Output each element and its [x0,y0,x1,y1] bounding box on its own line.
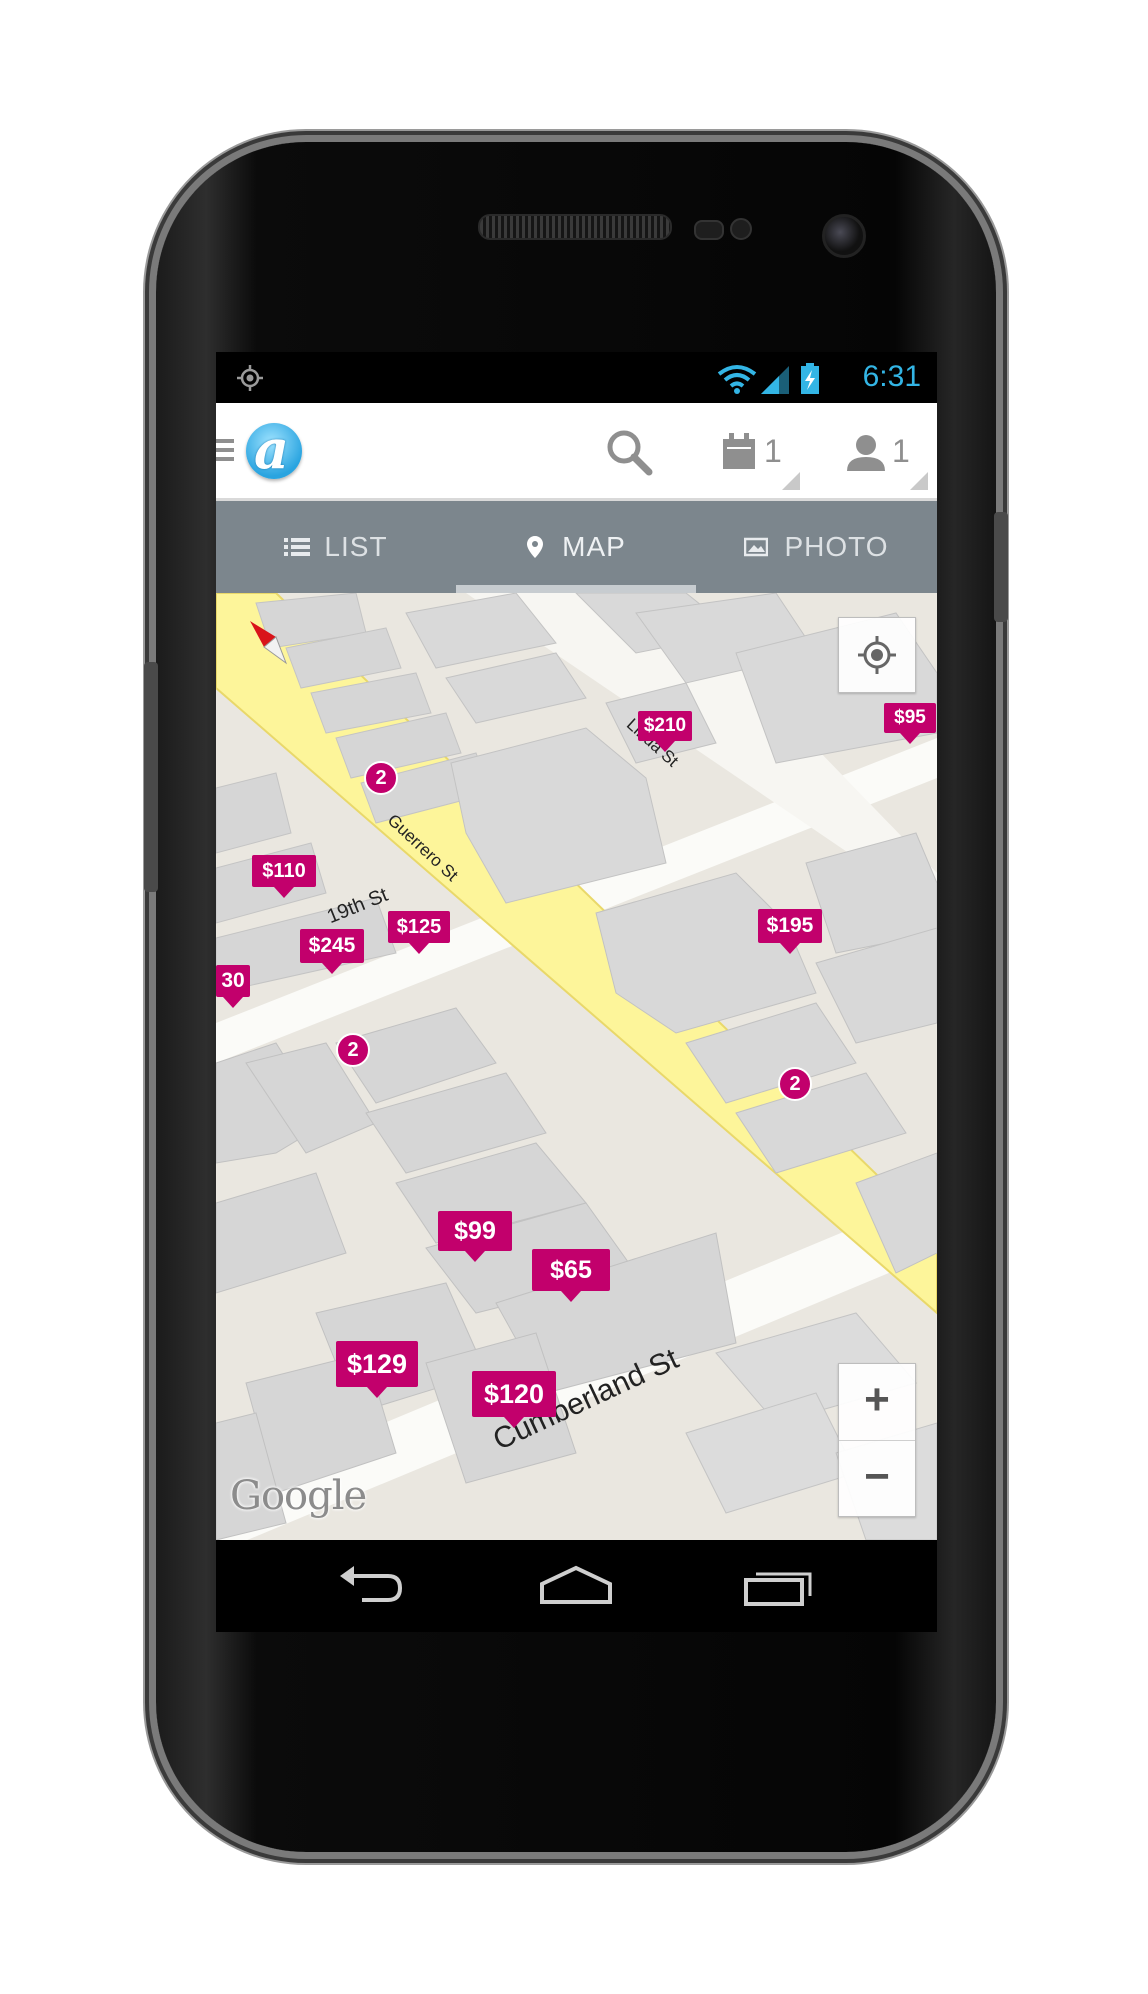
compass-icon[interactable] [250,617,290,667]
cluster-marker[interactable]: 2 [336,1033,370,1067]
app-logo[interactable]: a [246,417,302,481]
recents-icon[interactable] [740,1562,820,1612]
tab-photo-label: PHOTO [784,531,889,562]
status-time: 6:31 [862,360,921,393]
price-marker[interactable]: $120 [472,1371,556,1428]
my-location-button[interactable] [838,617,916,693]
zoom-out-button[interactable]: − [839,1441,915,1516]
selected-tab-indicator [456,585,696,593]
cluster-marker[interactable]: 2 [778,1067,812,1101]
app-logo-letter: a [254,417,289,481]
navigation-bar [216,1540,937,1632]
battery-charging-icon [801,363,819,394]
cluster-marker[interactable]: 2 [364,761,398,795]
front-camera [822,214,866,258]
user-icon[interactable] [844,427,888,477]
wifi-icon [717,365,757,394]
signal-icon [761,366,789,394]
tab-list-label: LIST [324,531,388,562]
user-dropdown-indicator [910,472,928,490]
photo-icon [744,537,769,557]
volume-button [144,662,158,892]
price-marker[interactable]: $95 [884,703,936,744]
price-marker[interactable]: $129 [336,1341,418,1398]
status-bar: 6:31 [216,352,937,403]
proximity-sensor [694,220,724,240]
map-view[interactable]: Guerrero St Linda St 19th St Cumberland … [216,593,937,1540]
tab-map[interactable]: MAP [456,501,696,593]
price-marker[interactable]: $99 [438,1211,512,1262]
calendar-icon[interactable] [719,427,759,477]
price-marker[interactable]: $65 [532,1249,610,1302]
tab-list[interactable]: LIST [216,501,456,593]
price-marker[interactable]: $125 [388,911,450,954]
calendar-dropdown-indicator [782,472,800,490]
power-button [994,512,1008,622]
user-count: 1 [892,433,910,469]
menu-icon[interactable] [216,437,236,463]
home-icon[interactable] [536,1562,616,1612]
price-marker[interactable]: $195 [758,909,822,954]
earpiece-speaker [478,214,672,240]
back-icon[interactable] [332,1562,412,1612]
calendar-count: 1 [764,433,782,469]
list-icon [284,538,311,556]
google-attribution: Google [230,1473,367,1519]
map-pin-icon [527,536,544,558]
status-icons [717,363,819,394]
search-icon[interactable] [604,427,654,477]
zoom-controls: + − [838,1363,916,1517]
app-bar: a 1 1 [216,403,937,501]
gps-icon [237,365,263,391]
light-sensor [730,218,752,240]
tab-photo[interactable]: PHOTO [696,501,937,593]
my-location-icon [858,636,896,674]
price-marker[interactable]: $110 [252,855,316,898]
price-marker[interactable]: 30 [216,965,250,1008]
zoom-in-button[interactable]: + [839,1364,915,1441]
price-marker[interactable]: $245 [300,929,364,974]
price-marker[interactable]: $210 [638,711,692,752]
tab-map-label: MAP [562,531,626,562]
screen: 6:31 a 1 1 LIST MAP PHOTO Guerrero St Li… [216,352,937,1632]
view-tabs: LIST MAP PHOTO [216,501,937,593]
